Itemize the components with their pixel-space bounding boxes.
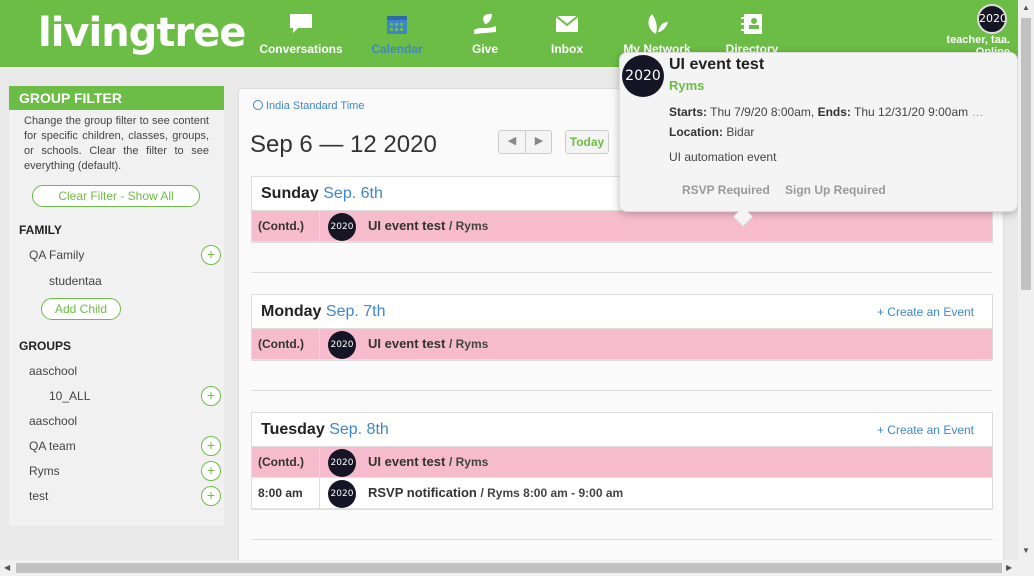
add-10-all-button[interactable]: +: [201, 386, 221, 406]
calendar-icon: [387, 16, 407, 34]
day-separator: [251, 539, 993, 540]
network-icon: [648, 14, 668, 34]
nav-label: Inbox: [551, 42, 583, 56]
next-week-button[interactable]: ▶: [526, 134, 552, 147]
day-header: Monday Sep. 7th + Create an Event: [252, 295, 992, 329]
event-title[interactable]: UI event test / Ryms: [368, 336, 488, 351]
nav-label: Conversations: [259, 42, 343, 56]
sidebar-item-aaschool[interactable]: aaschool: [29, 364, 77, 378]
sidebar-item-10-all[interactable]: 10_ALL: [49, 389, 90, 403]
add-test-button[interactable]: +: [201, 486, 221, 506]
create-event-link[interactable]: + Create an Event: [877, 423, 974, 437]
today-button[interactable]: Today: [565, 130, 609, 154]
scroll-right-arrow[interactable]: ▶: [1006, 563, 1012, 572]
sidebar-item-ryms[interactable]: Ryms: [29, 464, 60, 478]
timezone-label[interactable]: India Standard Time: [253, 100, 364, 112]
day-title: Sunday Sep. 6th: [261, 185, 383, 202]
nav-give[interactable]: Give: [440, 12, 530, 56]
sidebar-description: Change the group filter to see content f…: [24, 115, 209, 172]
event-title[interactable]: UI event test / Ryms: [368, 218, 488, 233]
sidebar-item-studentaa[interactable]: studentaa: [49, 274, 102, 288]
scroll-up-arrow[interactable]: ▲: [1022, 3, 1030, 12]
nav-label: Calendar: [371, 42, 423, 56]
event-row[interactable]: (Contd.) 2020 UI event test / Ryms: [252, 211, 992, 242]
create-event-link[interactable]: + Create an Event: [877, 305, 974, 319]
event-time: (Contd.): [252, 447, 320, 477]
livingtree-logo[interactable]: livingtree: [38, 10, 246, 56]
add-qa-team-button[interactable]: +: [201, 436, 221, 456]
event-time: (Contd.): [252, 329, 320, 359]
group-filter-sidebar: GROUP FILTER Change the group filter to …: [9, 86, 224, 526]
popover-event-title[interactable]: UI event test: [669, 56, 764, 74]
popover-location: Location: Bidar: [669, 125, 755, 139]
day-block-monday: Monday Sep. 7th + Create an Event (Contd…: [251, 294, 993, 361]
sidebar-title: GROUP FILTER: [9, 86, 224, 110]
chat-icon: [290, 14, 312, 33]
vertical-scroll-thumb[interactable]: [1021, 18, 1031, 290]
timezone-text: India Standard Time: [266, 100, 365, 112]
mail-icon: [555, 15, 579, 32]
event-row[interactable]: (Contd.) 2020 UI event test / Ryms: [252, 329, 992, 360]
sidebar-item-test[interactable]: test: [29, 489, 48, 503]
event-time: (Contd.): [252, 211, 320, 241]
add-ryms-button[interactable]: +: [201, 461, 221, 481]
day-title: Monday Sep. 7th: [261, 303, 386, 320]
event-title[interactable]: RSVP notification / Ryms 8:00 am - 9:00 …: [368, 485, 623, 500]
horizontal-scroll-thumb[interactable]: [16, 563, 1002, 573]
give-icon: [474, 13, 496, 34]
event-avatar: 2020: [622, 55, 664, 97]
event-avatar: 2020: [328, 449, 356, 477]
popover-dates: Starts: Thu 7/9/20 8:00am, Ends: Thu 12/…: [669, 105, 984, 119]
nav-label: Give: [471, 42, 498, 56]
event-popover: 2020 UI event test Ryms Starts: Thu 7/9/…: [619, 52, 1018, 227]
day-block-tuesday: Tuesday Sep. 8th + Create an Event (Cont…: [251, 412, 993, 510]
nav-calendar[interactable]: Calendar: [352, 12, 442, 56]
date-range-title: Sep 6 — 12 2020: [250, 131, 437, 158]
sidebar-item-qa-team[interactable]: QA team: [29, 439, 76, 453]
scroll-left-arrow[interactable]: ◀: [4, 563, 10, 572]
event-row[interactable]: 8:00 am 2020 RSVP notification / Ryms 8:…: [252, 478, 992, 509]
event-title[interactable]: UI event test / Ryms: [368, 454, 488, 469]
sidebar-item-aaschool-2[interactable]: aaschool: [29, 414, 77, 428]
clock-icon: [253, 100, 263, 110]
vertical-scrollbar[interactable]: ▲ ▼: [1018, 0, 1034, 560]
user-avatar[interactable]: 2020: [977, 4, 1007, 34]
family-heading: FAMILY: [19, 223, 62, 237]
add-child-button[interactable]: Add Child: [41, 298, 121, 320]
nav-directory[interactable]: Directory: [707, 12, 797, 56]
day-separator: [251, 390, 993, 391]
clear-filter-button[interactable]: Clear Filter - Show All: [32, 185, 200, 207]
rsvp-required-button[interactable]: RSVP Required: [682, 183, 770, 197]
week-pager: ◀ ▶: [498, 130, 552, 154]
event-avatar: 2020: [328, 331, 356, 359]
scroll-down-arrow[interactable]: ▼: [1022, 546, 1030, 555]
signup-required-button[interactable]: Sign Up Required: [785, 183, 886, 197]
user-name: teacher, taa.: [946, 34, 1010, 46]
event-avatar: 2020: [328, 480, 356, 508]
nav-my-network[interactable]: My Network: [612, 12, 702, 56]
prev-week-button[interactable]: ◀: [499, 134, 525, 147]
event-avatar: 2020: [328, 213, 356, 241]
sidebar-item-qa-family[interactable]: QA Family: [29, 248, 84, 262]
day-title: Tuesday Sep. 8th: [261, 421, 389, 438]
day-separator: [251, 272, 993, 273]
add-qa-family-button[interactable]: +: [201, 245, 221, 265]
event-row[interactable]: (Contd.) 2020 UI event test / Ryms: [252, 447, 992, 478]
horizontal-scrollbar[interactable]: ◀ ▶: [0, 560, 1034, 576]
nav-conversations[interactable]: Conversations: [256, 12, 346, 56]
day-header: Tuesday Sep. 8th + Create an Event: [252, 413, 992, 447]
avatar-text: 2020: [979, 12, 1007, 25]
popover-group-link[interactable]: Ryms: [669, 78, 704, 93]
logo-text: livingtree: [38, 10, 246, 56]
directory-icon: [741, 14, 762, 34]
popover-description: UI automation event: [669, 150, 777, 164]
groups-heading: GROUPS: [19, 339, 72, 353]
event-time: 8:00 am: [252, 478, 320, 508]
nav-inbox[interactable]: Inbox: [522, 12, 612, 56]
